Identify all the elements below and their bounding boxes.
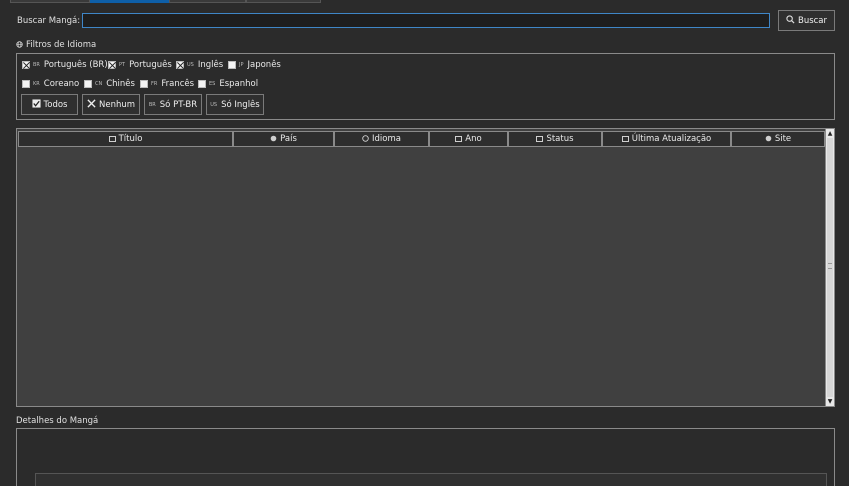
- globe-icon: [16, 40, 23, 50]
- column-header-label: Última Atualização: [631, 134, 712, 144]
- scroll-up-icon[interactable]: ▲: [826, 129, 834, 138]
- search-icon: [786, 15, 795, 26]
- checkbox-lang-cn[interactable]: CN Chinês: [84, 79, 135, 89]
- filters-title: Filtros de Idioma: [16, 40, 96, 50]
- flag-kr-icon: KR: [33, 81, 40, 87]
- status-icon: [536, 135, 544, 144]
- tab-1[interactable]: [10, 0, 90, 3]
- checkbox-lang-kr[interactable]: KR Coreano: [22, 79, 79, 89]
- column-header-label: Status: [546, 134, 574, 144]
- flag-es-icon: ES: [209, 81, 216, 87]
- column-header-idioma[interactable]: Idioma: [334, 131, 429, 147]
- table-icon: [108, 135, 116, 144]
- tab-strip: [0, 0, 849, 3]
- language-icon: [362, 134, 369, 144]
- scroll-down-icon[interactable]: ▼: [826, 397, 834, 406]
- tab-4[interactable]: [246, 0, 321, 3]
- checkbox-lang-us[interactable]: US Inglês: [176, 60, 223, 70]
- flag-br-icon: BR: [148, 101, 156, 108]
- flag-jp-icon: JP: [239, 62, 244, 68]
- checkbox-label: Coreano: [43, 79, 80, 89]
- checkbox-label: Português (BR): [43, 60, 108, 70]
- checkbox-box[interactable]: [84, 80, 92, 88]
- checkbox-box[interactable]: [176, 61, 184, 69]
- checkbox-label: Espanhol: [219, 79, 259, 89]
- flag-us-icon: US: [210, 101, 218, 108]
- search-button[interactable]: Buscar: [778, 10, 835, 31]
- search-button-label: Buscar: [797, 15, 828, 26]
- column-header-label: Site: [774, 134, 792, 144]
- flag-fr-icon: FR: [151, 81, 158, 87]
- results-table[interactable]: Título País Idioma Ano Status Última Atu…: [16, 128, 835, 407]
- checkbox-box[interactable]: [228, 61, 236, 69]
- select-all-label: Todos: [43, 99, 68, 110]
- checkbox-lang-pt[interactable]: PT Português: [108, 60, 172, 70]
- column-header-label: Título: [118, 134, 143, 144]
- select-none-button[interactable]: Nenhum: [82, 94, 140, 115]
- column-header-label: Idioma: [372, 134, 401, 144]
- flag-cn-icon: CN: [95, 81, 103, 87]
- scrollbar-grip-icon: [828, 263, 832, 269]
- en-only-label: Só Inglês: [221, 99, 260, 110]
- ptbr-only-label: Só PT-BR: [159, 99, 198, 110]
- search-label: Buscar Mangá:: [17, 16, 81, 26]
- calendar-icon: [455, 135, 463, 144]
- ptbr-only-button[interactable]: BR Só PT-BR: [144, 94, 202, 115]
- filters-title-text: Filtros de Idioma: [26, 40, 97, 50]
- column-header-site[interactable]: Site: [731, 131, 825, 147]
- en-only-button[interactable]: US Só Inglês: [206, 94, 264, 115]
- checkbox-label: Francês: [161, 79, 195, 89]
- table-vertical-scrollbar[interactable]: ▲ ▼: [825, 128, 835, 407]
- column-header-label: País: [280, 134, 297, 144]
- column-header-ano[interactable]: Ano: [429, 131, 508, 147]
- checkbox-label: Japonês: [247, 60, 281, 70]
- globe-icon: [270, 135, 277, 144]
- checkbox-box[interactable]: [108, 61, 116, 69]
- details-title: Detalhes do Mangá: [16, 416, 99, 426]
- search-input[interactable]: [82, 13, 770, 28]
- tab-2-active[interactable]: [90, 0, 169, 3]
- select-none-label: Nenhum: [98, 99, 136, 110]
- details-content: [35, 473, 827, 486]
- column-header-status[interactable]: Status: [508, 131, 602, 147]
- tab-3[interactable]: [169, 0, 246, 3]
- checkbox-box[interactable]: [22, 80, 30, 88]
- checkbox-lang-br[interactable]: BR Português (BR): [22, 60, 108, 70]
- column-header-atualizacao[interactable]: Última Atualização: [602, 131, 731, 147]
- column-header-titulo[interactable]: Título: [18, 131, 233, 147]
- flag-pt-icon: PT: [119, 62, 126, 68]
- checkbox-label: Português: [129, 60, 172, 70]
- flag-us-icon: US: [187, 62, 194, 68]
- update-icon: [621, 135, 629, 144]
- checkbox-box[interactable]: [22, 61, 30, 69]
- close-icon: [87, 99, 96, 110]
- checkbox-lang-fr[interactable]: FR Francês: [140, 79, 194, 89]
- site-icon: [765, 135, 772, 144]
- checkbox-box[interactable]: [140, 80, 148, 88]
- checkbox-lang-es[interactable]: ES Espanhol: [198, 79, 258, 89]
- checkbox-label: Chinês: [106, 79, 135, 89]
- flag-br-icon: BR: [33, 62, 40, 68]
- checkbox-lang-jp[interactable]: JP Japonês: [228, 60, 281, 70]
- check-icon: [31, 99, 41, 110]
- column-header-label: Ano: [465, 134, 482, 144]
- checkbox-label: Inglês: [197, 60, 224, 70]
- column-header-pais[interactable]: País: [233, 131, 334, 147]
- checkbox-box[interactable]: [198, 80, 206, 88]
- select-all-button[interactable]: Todos: [21, 94, 78, 115]
